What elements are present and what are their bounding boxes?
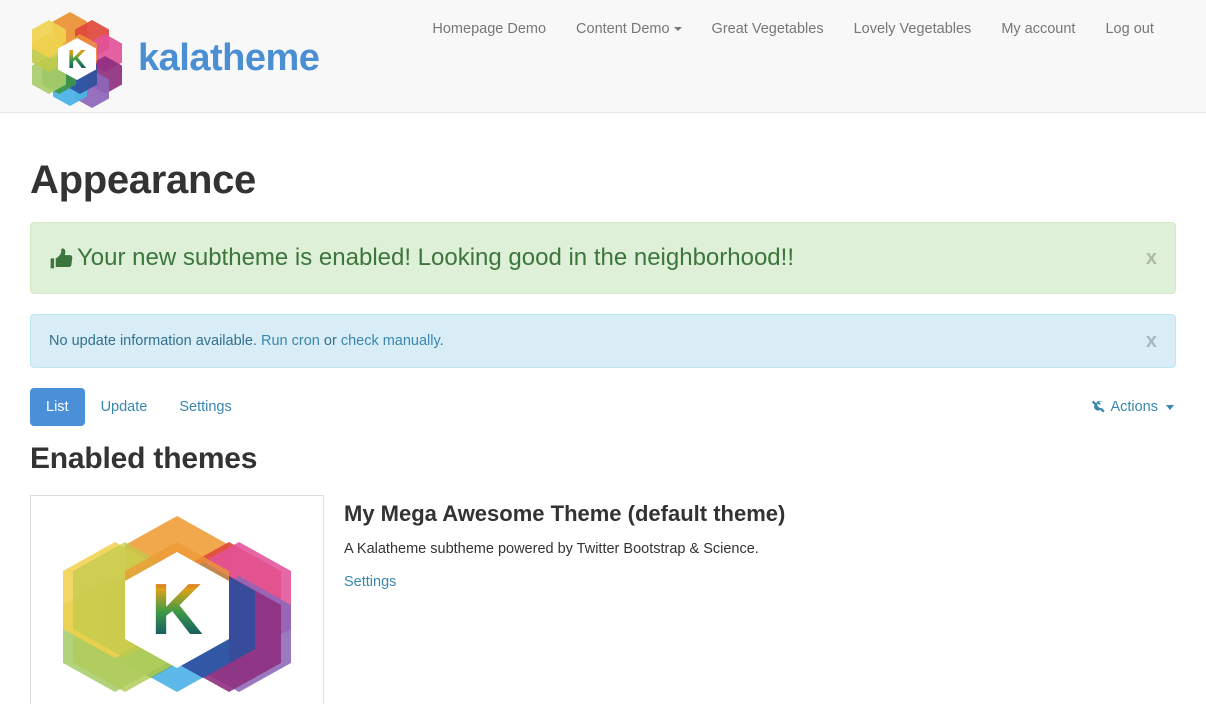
nav-item-great-vegetables[interactable]: Great Vegetables <box>697 9 839 49</box>
wrench-icon <box>1091 400 1106 414</box>
nav-item-my-account[interactable]: My account <box>986 9 1090 49</box>
chevron-down-icon <box>673 27 682 32</box>
top-navbar: K kalatheme Homepage Demo Content Demo G… <box>0 0 1206 113</box>
nav-link-my-account[interactable]: My account <box>986 9 1090 49</box>
nav-link-lovely-vegetables[interactable]: Lovely Vegetables <box>839 9 987 49</box>
tab-settings[interactable]: Settings <box>163 388 247 426</box>
page-container: Appearance Your new subtheme is enabled!… <box>0 158 1206 704</box>
primary-nav: Homepage Demo Content Demo Great Vegetab… <box>417 9 1168 49</box>
nav-item-log-out[interactable]: Log out <box>1090 9 1168 49</box>
info-alert-text-middle: or <box>323 333 337 349</box>
nav-link-log-out[interactable]: Log out <box>1090 9 1168 49</box>
info-alert-text-after: . <box>439 333 444 349</box>
nav-label: Log out <box>1105 21 1154 37</box>
run-cron-link[interactable]: Run cron <box>261 333 320 349</box>
tabs-row: List Update Settings Actions <box>30 388 1176 426</box>
theme-name: My Mega Awesome Theme (default theme) <box>344 501 786 526</box>
theme-settings-link[interactable]: Settings <box>344 574 396 590</box>
nav-item-content-demo[interactable]: Content Demo <box>561 9 697 49</box>
kalatheme-hex-logo-icon: K <box>30 12 124 108</box>
actions-label: Actions <box>1110 399 1158 415</box>
tab-list[interactable]: List <box>30 388 85 426</box>
brand-link[interactable]: K kalatheme <box>0 0 320 108</box>
page-title: Appearance <box>30 158 256 202</box>
info-alert-text: No update information available. Run cro… <box>49 331 444 351</box>
nav-label: My account <box>1001 21 1076 37</box>
tab-update[interactable]: Update <box>85 388 164 426</box>
check-manually-link[interactable]: check manually <box>341 333 440 349</box>
info-alert-text-before: No update information available. <box>49 333 257 349</box>
actions-dropdown-button[interactable]: Actions <box>1091 399 1176 415</box>
nav-label: Lovely Vegetables <box>853 21 972 37</box>
success-alert: Your new subtheme is enabled! Looking go… <box>30 222 1176 294</box>
close-icon[interactable]: x <box>1146 331 1157 351</box>
k-letter-glyph: K <box>67 44 87 74</box>
info-alert: No update information available. Run cro… <box>30 314 1176 368</box>
nav-item-lovely-vegetables[interactable]: Lovely Vegetables <box>839 9 987 49</box>
thumbs-up-icon <box>49 247 75 273</box>
nav-item-homepage-demo[interactable]: Homepage Demo <box>417 9 561 49</box>
nav-link-content-demo[interactable]: Content Demo <box>561 9 697 49</box>
theme-info: My Mega Awesome Theme (default theme) A … <box>344 495 785 591</box>
enabled-themes-heading: Enabled themes <box>30 442 258 475</box>
theme-description: A Kalatheme subtheme powered by Twitter … <box>344 541 759 558</box>
kalatheme-hex-logo-icon: K <box>63 516 291 692</box>
nav-label: Content Demo <box>576 21 670 37</box>
nav-label: Great Vegetables <box>711 21 824 37</box>
success-alert-message: Your new subtheme is enabled! Looking go… <box>77 244 794 271</box>
chevron-down-icon <box>1166 404 1174 410</box>
theme-list-item: K My Mega Awesome Theme (default theme) … <box>30 495 1176 704</box>
nav-link-great-vegetables[interactable]: Great Vegetables <box>697 9 839 49</box>
theme-screenshot: K <box>30 495 324 704</box>
tab-group: List Update Settings <box>30 388 248 426</box>
close-icon[interactable]: x <box>1146 248 1157 268</box>
k-letter-glyph: K <box>151 570 203 650</box>
nav-label: Homepage Demo <box>432 21 547 37</box>
brand-name: kalatheme <box>138 37 320 79</box>
nav-link-homepage-demo[interactable]: Homepage Demo <box>417 9 561 49</box>
